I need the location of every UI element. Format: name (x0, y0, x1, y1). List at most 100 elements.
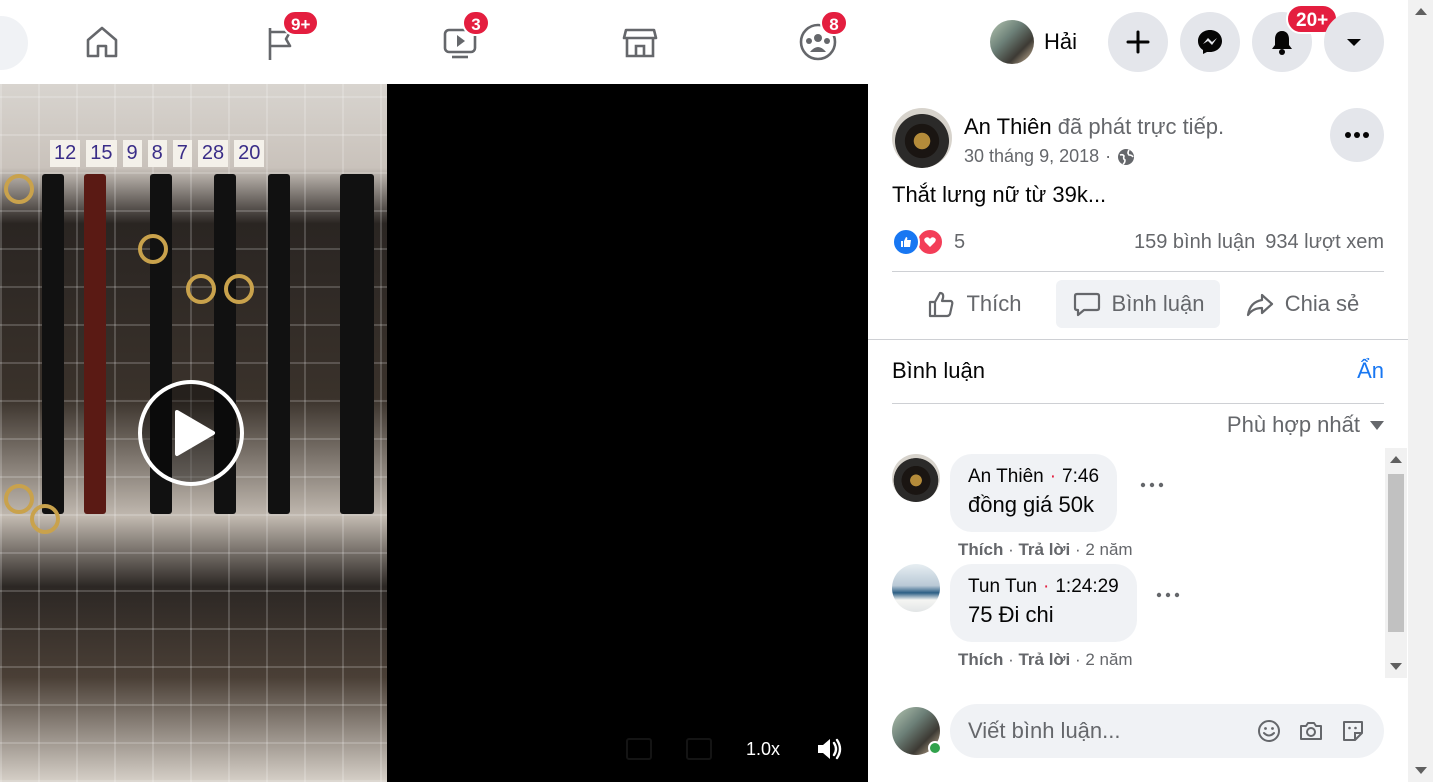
comments-scrollbar[interactable] (1385, 448, 1407, 678)
comment-timestamp[interactable]: 1:24:29 (1055, 576, 1118, 597)
plus-icon (1126, 30, 1150, 54)
comment-button[interactable]: Bình luận (1056, 280, 1220, 328)
price-tag-strip: 12 15 9 8 7 28 20 (50, 140, 265, 167)
create-button[interactable] (1108, 12, 1168, 72)
tab-groups[interactable]: 8 (796, 10, 848, 66)
more-horizontal-icon (1345, 132, 1369, 138)
belt-shape (42, 174, 64, 514)
volume-icon[interactable] (814, 734, 844, 764)
video-player[interactable]: 12 15 9 8 7 28 20 1.0x (0, 84, 868, 782)
comment-sort-dropdown[interactable]: Phù hợp nhất (1227, 412, 1384, 438)
sort-label: Phù hợp nhất (1226, 412, 1360, 437)
comment-bubble: An Thiên · 7:46 đồng giá 50k (950, 454, 1118, 532)
tab-home[interactable] (80, 18, 124, 66)
comments-title: Bình luận (892, 358, 985, 383)
date-separator: · (1105, 146, 1112, 166)
commenter-name[interactable]: An Thiên (968, 466, 1044, 487)
buckle-shape (4, 484, 34, 514)
like-reaction-icon (892, 228, 920, 256)
video-frame: 12 15 9 8 7 28 20 (0, 84, 387, 782)
caret-down-icon (1370, 420, 1384, 430)
comments-count[interactable]: 159 bình luận (1134, 231, 1255, 254)
fullscreen-control[interactable] (685, 738, 712, 760)
avatar (990, 20, 1034, 64)
page-scrollbar[interactable] (1408, 0, 1433, 782)
comment-header: An Thiên · 7:46 (968, 466, 1099, 488)
messenger-icon (1198, 30, 1222, 54)
post-actions: Thích Bình luận Chia sẻ (892, 280, 1384, 328)
play-button[interactable] (138, 380, 244, 486)
comment-body: Tun Tun · 1:24:29 75 Đi chi Thích · Trả lờ… (950, 564, 1137, 670)
camera-icon[interactable] (1298, 718, 1324, 744)
author-line: An Thiên đã phát trực tiếp. (964, 114, 1224, 140)
online-status-dot (928, 741, 942, 755)
scroll-up-arrow[interactable] (1415, 8, 1427, 15)
comment-text: 75 Đi chi (968, 602, 1054, 627)
settings-control[interactable] (625, 738, 652, 760)
comment-reply-link[interactable]: Trả lời (1018, 650, 1070, 669)
comment-age[interactable]: 2 năm (1085, 540, 1132, 559)
author-avatar[interactable] (892, 108, 952, 168)
comment-reply-link[interactable]: Trả lời (1018, 540, 1070, 559)
post-meta: An Thiên đã phát trực tiếp. 30 tháng 9, … (964, 114, 1224, 167)
comment-timestamp[interactable]: 7:46 (1062, 466, 1099, 487)
like-label: Thích (966, 291, 1022, 316)
buckle-shape (138, 234, 168, 264)
comment-icon (1073, 292, 1100, 317)
scroll-thumb[interactable] (1388, 474, 1404, 632)
tab-marketplace[interactable] (618, 18, 662, 66)
comment-label: Bình luận (1111, 291, 1205, 316)
messenger-button[interactable] (1180, 12, 1240, 72)
emoji-icon[interactable] (1256, 718, 1282, 744)
scroll-down-arrow[interactable] (1415, 767, 1427, 774)
belt-shape (84, 174, 106, 514)
composer-icons (1256, 718, 1366, 744)
commenter-avatar[interactable] (892, 454, 940, 502)
comment-like-link[interactable]: Thích (958, 650, 1003, 669)
tab-watch[interactable]: 3 (438, 10, 490, 66)
thumbs-up-icon (929, 291, 954, 318)
author-name[interactable]: An Thiên (964, 114, 1052, 139)
love-reaction-icon (916, 228, 944, 256)
views-count: 934 lượt xem (1265, 230, 1384, 253)
comment-options-icon[interactable] (1156, 592, 1180, 598)
comment-like-link[interactable]: Thích (958, 540, 1003, 559)
account-menu-button[interactable] (1324, 12, 1384, 72)
share-button[interactable]: Chia sẻ (1220, 280, 1384, 328)
video-controls: 1.0x (625, 734, 844, 764)
search-field-edge[interactable] (0, 16, 28, 70)
belt-shape (340, 174, 374, 514)
commenter-avatar[interactable] (892, 564, 940, 612)
author-action: đã phát trực tiếp. (1057, 114, 1225, 139)
buckle-shape (30, 504, 60, 534)
reaction-count[interactable]: 5 (954, 231, 965, 254)
hide-comments-link[interactable]: Ẩn (1357, 358, 1384, 384)
profile-name: Hải (1044, 29, 1078, 54)
like-button[interactable]: Thích (892, 280, 1056, 328)
comment-item: Tun Tun · 1:24:29 75 Đi chi Thích · Trả lờ… (892, 564, 1180, 670)
scroll-up-arrow[interactable] (1390, 456, 1402, 463)
comment-options-icon[interactable] (1140, 482, 1164, 488)
comment-body: An Thiên · 7:46 đồng giá 50k Thích · Trả l… (950, 454, 1133, 560)
reaction-icons[interactable] (892, 228, 944, 256)
post-options-button[interactable] (1330, 108, 1384, 162)
price-tag: 20 (234, 140, 265, 167)
post-stats: 159 bình luận 934 lượt xem (1134, 231, 1384, 254)
buckle-shape (4, 174, 34, 204)
commenter-name[interactable]: Tun Tun (968, 576, 1037, 597)
sticker-icon[interactable] (1340, 718, 1366, 744)
post-text: Thắt lưng nữ từ 39k... (892, 182, 1107, 207)
top-navigation: 9+ 3 8 Hải 20+ (0, 0, 1408, 84)
notifications-button[interactable]: 20+ (1252, 4, 1339, 72)
belt-shape (268, 174, 290, 514)
tab-pages[interactable]: 9+ (258, 10, 320, 66)
comment-input-box[interactable] (950, 704, 1384, 758)
comment-input[interactable] (968, 718, 1256, 744)
scroll-down-arrow[interactable] (1390, 663, 1402, 670)
price-tag: 8 (147, 140, 167, 167)
comment-age[interactable]: 2 năm (1085, 650, 1132, 669)
divider (892, 271, 1384, 272)
profile-chip[interactable]: Hải (990, 18, 1077, 66)
post-date[interactable]: 30 tháng 9, 2018 (964, 146, 1099, 167)
playback-speed[interactable]: 1.0x (746, 739, 780, 760)
